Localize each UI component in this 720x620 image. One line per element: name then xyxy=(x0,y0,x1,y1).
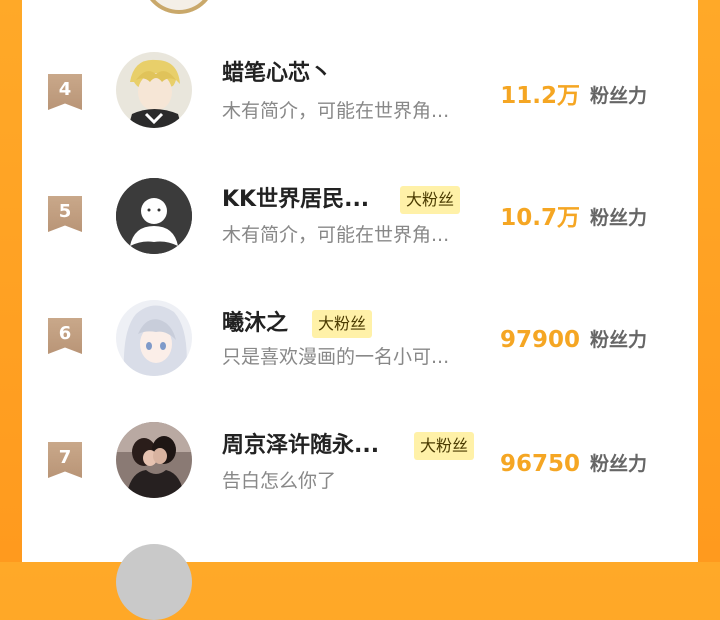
rank-badge: 4 xyxy=(48,74,82,110)
default-user-avatar-icon[interactable] xyxy=(116,178,192,254)
avatar[interactable] xyxy=(142,0,216,14)
fans-label: 粉丝力 xyxy=(590,329,648,351)
big-fan-badge: 大粉丝 xyxy=(312,310,373,338)
user-bio: 只是喜欢漫画的一名小可... xyxy=(222,346,450,368)
fans-label: 粉丝力 xyxy=(590,85,648,107)
fans-label: 粉丝力 xyxy=(590,453,648,475)
user-name[interactable]: KK世界居民... xyxy=(222,186,369,214)
rank-badge: 6 xyxy=(48,318,82,354)
user-bio: 告白怎么你了 xyxy=(222,470,337,492)
ranking-row[interactable]: 4 蜡笔心芯丶 木有简介，可能在世界角... 11.2万 粉丝力 xyxy=(22,44,698,144)
fan-ranking-card: 4 蜡笔心芯丶 木有简介，可能在世界角... 11.2万 粉丝力 5 KK世界居… xyxy=(22,0,698,620)
big-fan-badge: 大粉丝 xyxy=(414,432,475,460)
rank-badge: 5 xyxy=(48,196,82,232)
ranking-row[interactable] xyxy=(116,544,192,620)
rank-badge: 7 xyxy=(48,442,82,478)
fans-value: 10.7万 xyxy=(500,205,580,231)
user-name[interactable]: 曦沐之 xyxy=(222,310,288,338)
user-bio: 木有简介，可能在世界角... xyxy=(222,100,450,122)
user-bio: 木有简介，可能在世界角... xyxy=(222,224,450,246)
user-name[interactable]: 蜡笔心芯丶 xyxy=(222,60,332,88)
user-name[interactable]: 周京泽许随永... xyxy=(222,432,379,460)
fans-label: 粉丝力 xyxy=(590,207,648,229)
big-fan-badge: 大粉丝 xyxy=(400,186,461,214)
ranking-row[interactable]: 5 KK世界居民... 大粉丝 木有简介，可能在世界角... 10.7万 粉丝力 xyxy=(22,166,698,266)
fans-value: 97900 xyxy=(499,327,580,353)
fans-value: 96750 xyxy=(499,451,580,477)
couple-photo-avatar-icon[interactable] xyxy=(116,422,192,498)
fans-value: 11.2万 xyxy=(500,83,580,109)
anime-girl-avatar-icon[interactable] xyxy=(116,300,192,376)
ranking-row[interactable]: 7 周京泽许随永... 大粉丝 告白怎么你了 96750 粉丝力 xyxy=(22,412,698,512)
ranking-row[interactable]: 6 曦沐之 大粉丝 只是喜欢漫画的一名小可... 97900 粉丝力 xyxy=(22,288,698,388)
anime-boy-avatar-icon[interactable] xyxy=(116,52,192,128)
